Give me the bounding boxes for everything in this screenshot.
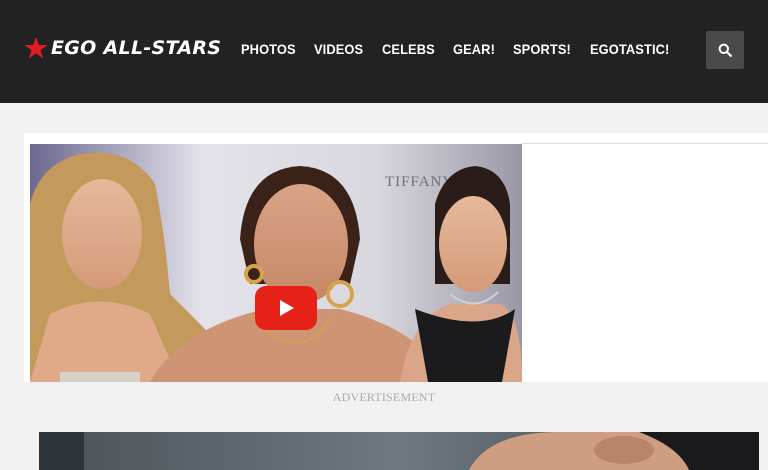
nav-videos[interactable]: VIDEOS [314,41,363,57]
play-button[interactable] [255,286,317,330]
nav-gear[interactable]: GEAR! [453,41,495,57]
search-button[interactable] [706,31,744,69]
video-thumbnail[interactable]: TIFFANY [30,144,522,382]
nav-egotastic[interactable]: EGOTASTIC! [590,41,669,57]
play-icon [280,300,294,316]
article-image[interactable] [39,432,759,470]
video-border [522,143,768,144]
main-nav: PHOTOS VIDEOS CELEBS GEAR! SPORTS! EGOTA… [241,41,690,57]
article-image-graphic [39,432,759,470]
nav-sports[interactable]: SPORTS! [513,41,571,57]
star-icon [24,37,48,59]
site-logo[interactable]: EGO ALL-STARS [24,36,221,60]
site-header: EGO ALL-STARS PHOTOS VIDEOS CELEBS GEAR!… [0,0,768,103]
nav-photos[interactable]: PHOTOS [241,41,296,57]
video-thumbnail-image: TIFFANY [30,144,522,382]
search-icon [718,43,732,57]
logo-text: EGO ALL-STARS [51,37,222,59]
advertisement-label: ADVERTISEMENT [332,390,436,404]
nav-celebs[interactable]: CELEBS [382,41,435,57]
